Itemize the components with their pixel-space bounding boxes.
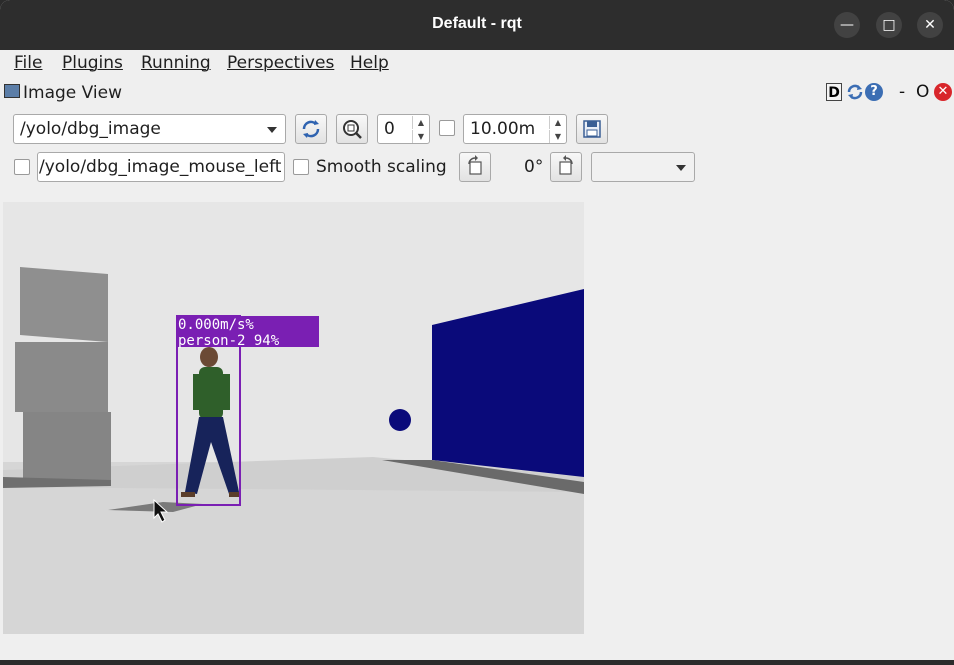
dock-title: Image View bbox=[23, 83, 122, 103]
rotation-label: 0° bbox=[524, 157, 544, 177]
duration-spinbox[interactable]: 10.00m ▲ ▼ bbox=[463, 114, 567, 144]
spin-up-icon[interactable]: ▲ bbox=[412, 116, 429, 129]
rotate-left-button[interactable] bbox=[459, 152, 491, 182]
menu-perspectives[interactable]: Perspectives bbox=[227, 53, 334, 73]
chevron-down-icon bbox=[267, 127, 277, 133]
zoom-value: 0 bbox=[384, 119, 395, 139]
help-icon[interactable]: ? bbox=[865, 83, 883, 101]
zoom-icon bbox=[343, 120, 362, 139]
menu-running[interactable]: Running bbox=[141, 53, 211, 73]
dock-close-icon[interactable]: ✕ bbox=[934, 83, 952, 101]
mouse-publish-checkbox[interactable] bbox=[14, 159, 30, 175]
dock-d-button[interactable]: D bbox=[826, 83, 842, 101]
refresh-topics-button[interactable] bbox=[295, 114, 327, 144]
zoom-spinbox[interactable]: 0 ▲ ▼ bbox=[377, 114, 430, 144]
window-title: Default - rqt bbox=[432, 15, 522, 32]
menu-help[interactable]: Help bbox=[350, 53, 389, 73]
menu-bar: File Plugins Running Perspectives Help bbox=[0, 50, 954, 76]
refresh-icon bbox=[302, 120, 320, 138]
rotate-right-button[interactable] bbox=[550, 152, 582, 182]
spin-down-icon[interactable]: ▼ bbox=[412, 130, 429, 143]
menu-plugins[interactable]: Plugins bbox=[62, 53, 123, 73]
topic-value: /yolo/dbg_image bbox=[20, 119, 161, 139]
rqt-window: Default - rqt — □ ✕ File Plugins Running… bbox=[0, 0, 954, 660]
image-display[interactable]: 0.000m/s% person-2 94% bbox=[3, 202, 584, 634]
image-view-icon bbox=[4, 84, 20, 98]
camera-frame: 0.000m/s% person-2 94% bbox=[3, 202, 584, 634]
title-bar: Default - rqt — □ ✕ bbox=[0, 0, 954, 50]
background-terminal bbox=[0, 660, 954, 665]
dock-float-button[interactable]: O bbox=[916, 82, 929, 102]
dock-minimize-button[interactable]: - bbox=[899, 82, 905, 102]
save-icon bbox=[583, 120, 601, 138]
spin-up-icon[interactable]: ▲ bbox=[549, 116, 566, 129]
mouse-topic-field[interactable]: /yolo/dbg_image_mouse_left bbox=[37, 152, 285, 182]
smooth-scaling-checkbox[interactable] bbox=[293, 159, 309, 175]
reload-icon[interactable] bbox=[846, 83, 864, 101]
detection-label-class: person-2 94% bbox=[178, 333, 280, 349]
maximize-button[interactable]: □ bbox=[876, 12, 902, 38]
dock-title-bar: Image View D ? - O ✕ bbox=[0, 80, 954, 106]
chevron-down-icon bbox=[676, 165, 686, 171]
zoom-fit-button[interactable] bbox=[336, 114, 368, 144]
rotate-left-icon bbox=[468, 155, 482, 175]
rotation-select[interactable] bbox=[591, 152, 695, 182]
minimize-button[interactable]: — bbox=[834, 12, 860, 38]
topic-select[interactable]: /yolo/dbg_image bbox=[13, 114, 286, 144]
duration-checkbox[interactable] bbox=[439, 120, 455, 136]
spin-down-icon[interactable]: ▼ bbox=[549, 130, 566, 143]
menu-file[interactable]: File bbox=[14, 53, 42, 73]
rotate-right-icon bbox=[559, 155, 573, 175]
close-button[interactable]: ✕ bbox=[917, 12, 943, 38]
mouse-topic-value: /yolo/dbg_image_mouse_left bbox=[39, 157, 282, 177]
save-image-button[interactable] bbox=[576, 114, 608, 144]
detection-label-speed: 0.000m/s% bbox=[178, 317, 254, 333]
duration-value: 10.00m bbox=[470, 119, 536, 139]
smooth-scaling-label: Smooth scaling bbox=[316, 157, 447, 177]
